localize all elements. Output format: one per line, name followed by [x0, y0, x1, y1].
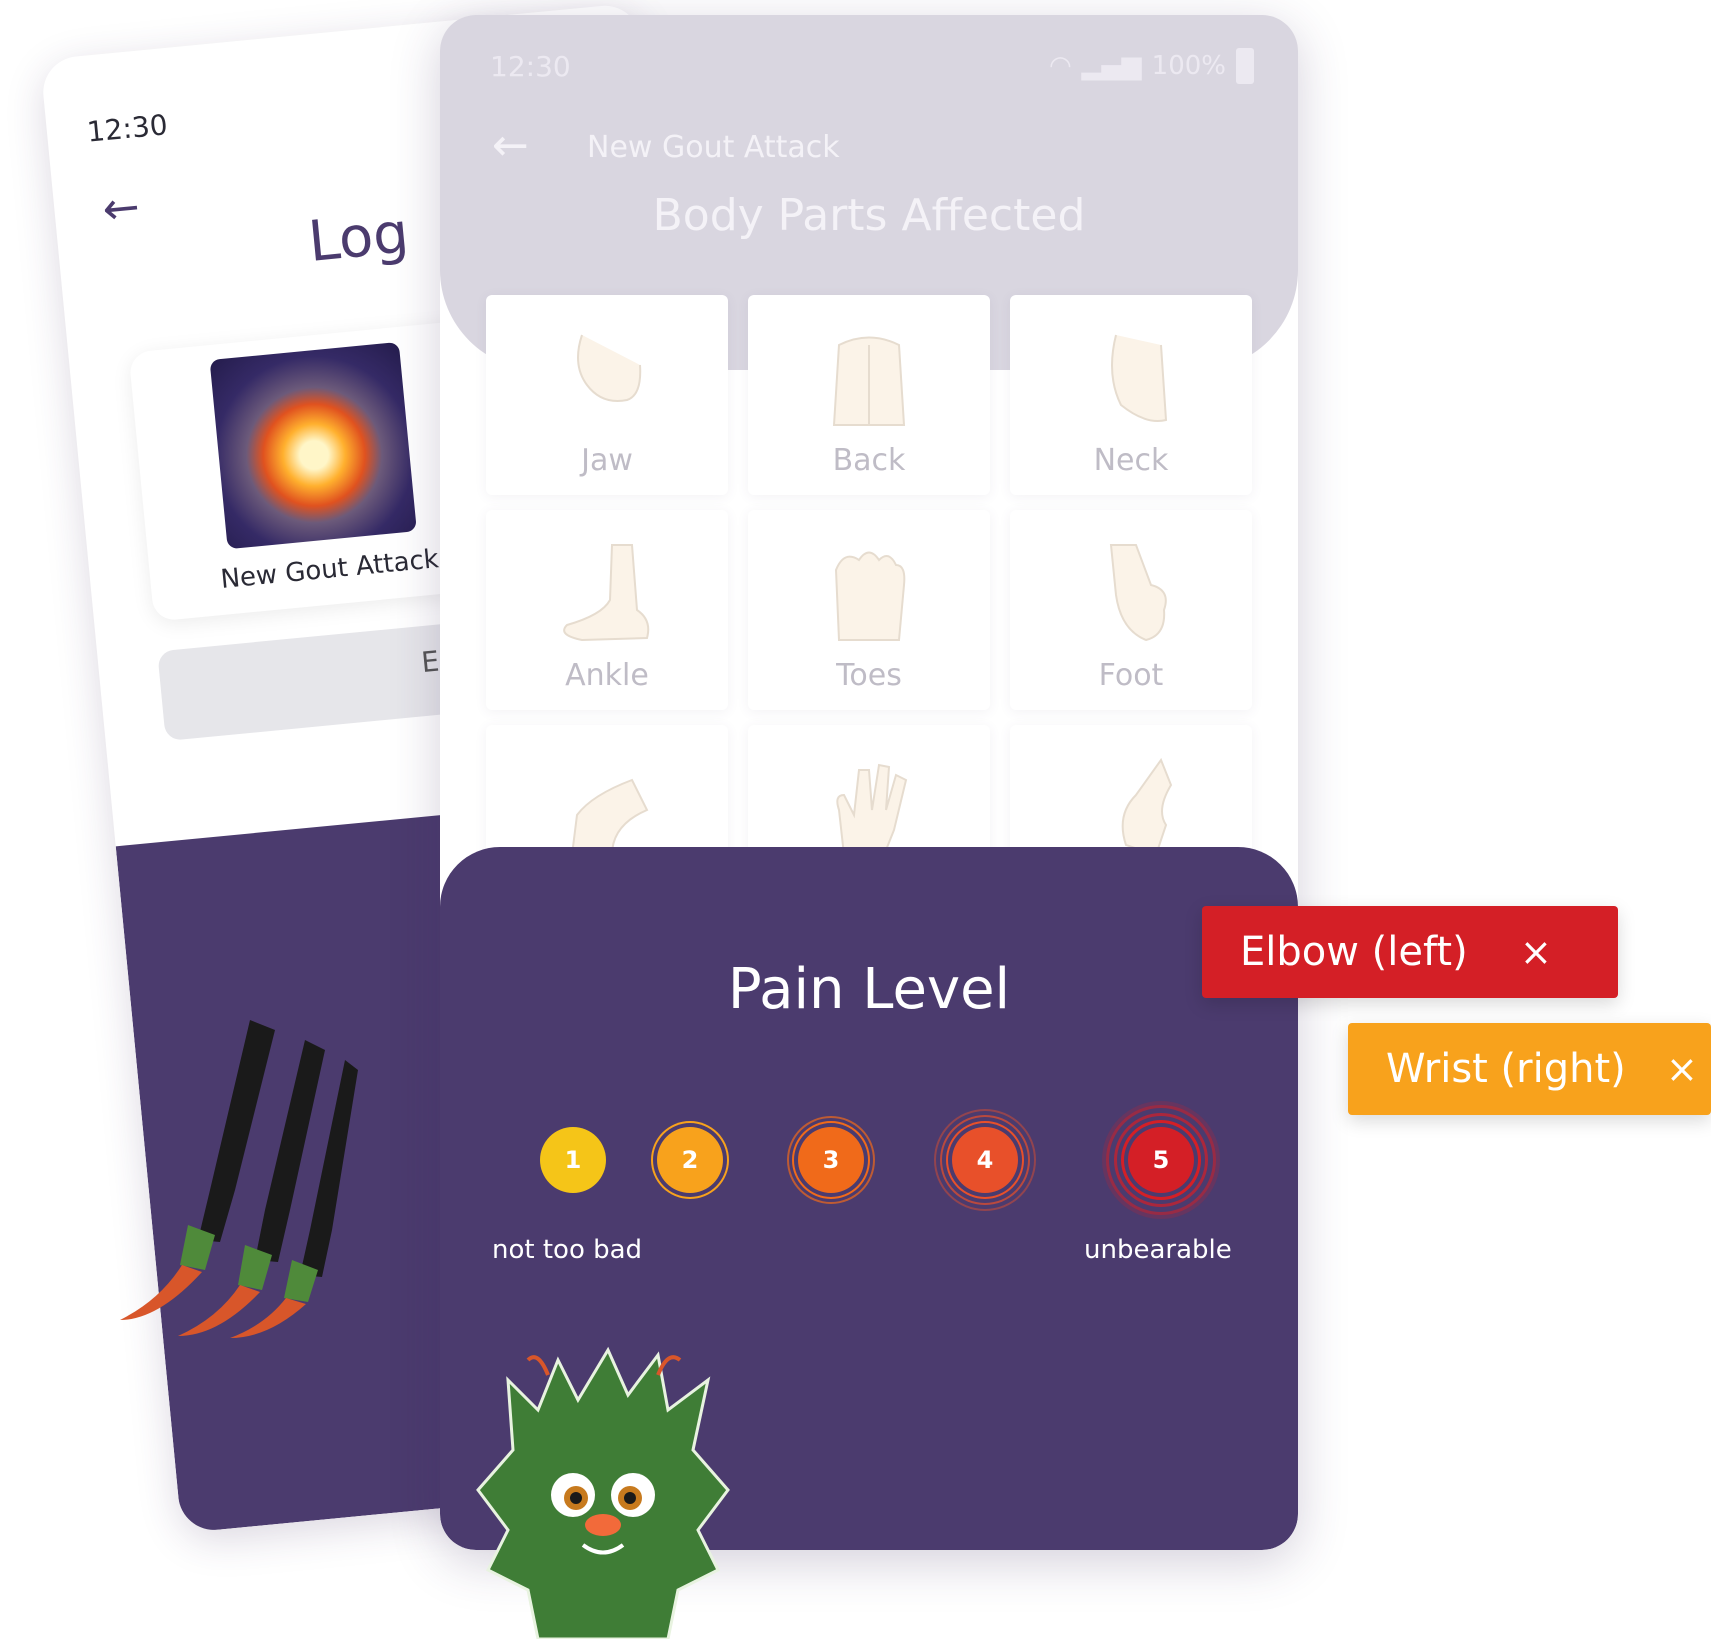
- pain-level-3-button[interactable]: 3: [798, 1127, 864, 1193]
- selected-body-part-chip[interactable]: Elbow (left) ×: [1202, 906, 1618, 998]
- signal-icon: ▂▄▆: [1081, 51, 1142, 81]
- close-icon[interactable]: ×: [1666, 1023, 1698, 1115]
- battery-percent: 100%: [1151, 51, 1226, 81]
- pain-level-5-button[interactable]: 5: [1128, 1127, 1194, 1193]
- pain-max-label: unbearable: [1084, 1235, 1232, 1265]
- battery-icon: [1236, 48, 1254, 84]
- explosion-icon: [209, 341, 417, 550]
- body-part-jaw[interactable]: Jaw: [486, 295, 728, 495]
- back-icon: [832, 336, 906, 426]
- pain-level-4-button[interactable]: 4: [952, 1127, 1018, 1193]
- page-title: Log: [305, 200, 412, 275]
- body-part-back[interactable]: Back: [748, 295, 990, 495]
- body-part-neck[interactable]: Neck: [1010, 295, 1252, 495]
- body-part-label: Ankle: [565, 658, 649, 693]
- body-part-ankle[interactable]: Ankle: [486, 510, 728, 710]
- foot-icon: [1109, 544, 1167, 642]
- pain-level-2-button[interactable]: 2: [657, 1127, 723, 1193]
- status-time: 12:30: [490, 50, 571, 83]
- ankle-icon: [563, 544, 650, 642]
- back-arrow-icon[interactable]: ←: [100, 181, 142, 235]
- body-part-label: Foot: [1098, 658, 1164, 693]
- chip-label: Elbow (left): [1240, 929, 1468, 975]
- toes-icon: [834, 551, 906, 641]
- card-label: New Gout Attack: [219, 544, 441, 596]
- pain-min-label: not too bad: [492, 1235, 643, 1265]
- body-part-foot[interactable]: Foot: [1010, 510, 1252, 710]
- selected-body-part-chip[interactable]: Wrist (right) ×: [1348, 1023, 1711, 1115]
- pain-level-title: Pain Level: [727, 957, 1011, 1022]
- back-arrow-icon[interactable]: ←: [492, 120, 529, 171]
- body-part-label: Neck: [1093, 443, 1169, 478]
- nav-title: New Gout Attack: [587, 130, 840, 165]
- wifi-icon: ◠: [1048, 51, 1072, 81]
- body-part-label: Back: [832, 443, 906, 478]
- status-time: 12:30: [85, 108, 170, 149]
- claw-scratch-icon: [120, 1020, 358, 1338]
- pain-level-1-button[interactable]: 1: [540, 1127, 606, 1193]
- jaw-icon: [577, 334, 642, 402]
- close-icon[interactable]: ×: [1520, 906, 1552, 998]
- chip-label: Wrist (right): [1386, 1046, 1626, 1092]
- status-bar: ◠ ▂▄▆ 100%: [1049, 48, 1254, 84]
- body-part-label: Jaw: [581, 443, 633, 478]
- monster-mascot-icon: [476, 1346, 730, 1639]
- secondary-button-label: E: [419, 644, 441, 680]
- neck-icon: [1111, 334, 1168, 422]
- front-phone-screen: 12:30 ◠ ▂▄▆ 100% ← New Gout Attack Body …: [440, 15, 1298, 1550]
- section-title: Body Parts Affected: [652, 190, 1086, 241]
- body-part-label: Toes: [836, 658, 902, 693]
- body-part-toes[interactable]: Toes: [748, 510, 990, 710]
